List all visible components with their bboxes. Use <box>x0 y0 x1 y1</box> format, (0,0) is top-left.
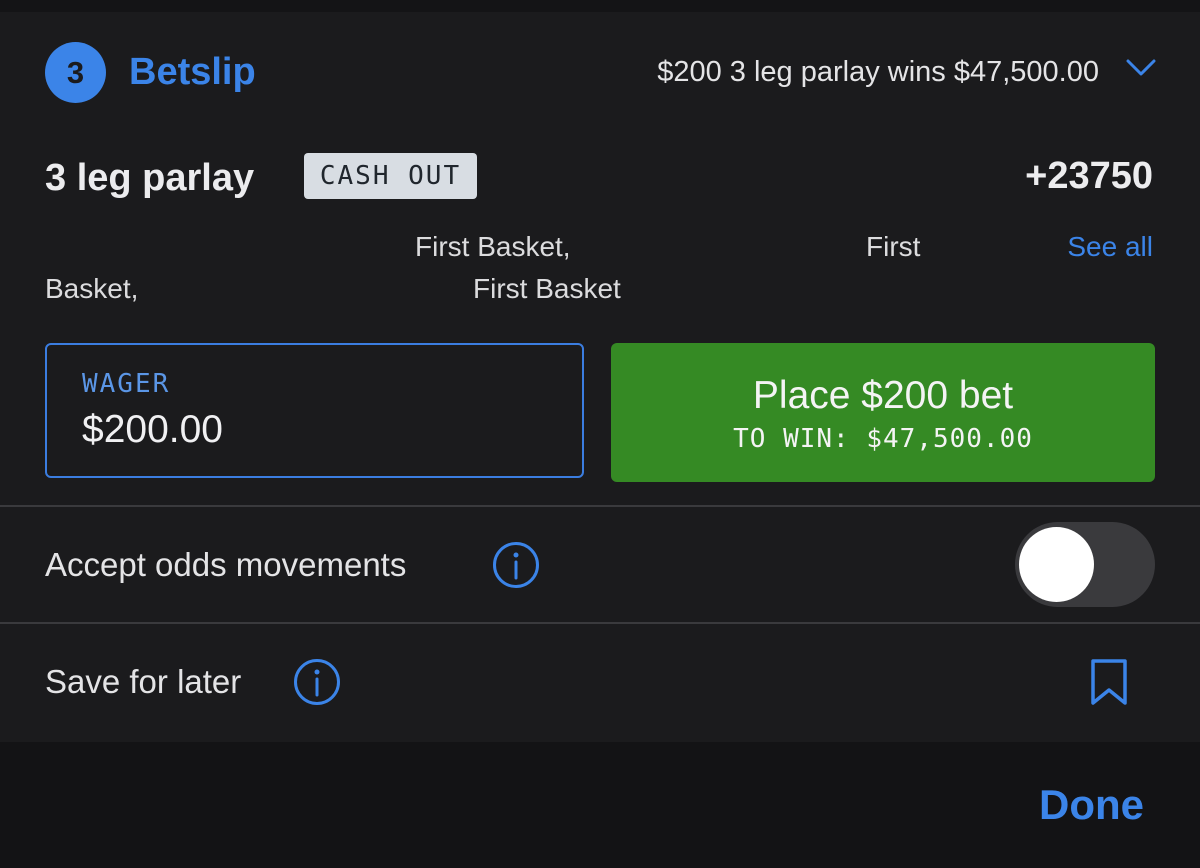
see-all-link[interactable]: See all <box>1067 230 1153 264</box>
leg-text: First Basket <box>473 273 621 304</box>
toggle-knob <box>1019 527 1094 602</box>
accept-odds-toggle[interactable] <box>1015 522 1155 607</box>
footer-bar: Done <box>0 742 1200 868</box>
cash-out-badge: CASH OUT <box>304 153 477 199</box>
done-button[interactable]: Done <box>1039 780 1144 830</box>
betslip-header[interactable]: 3 Betslip $200 3 leg parlay wins $47,500… <box>0 12 1200 132</box>
wager-value[interactable]: $200.00 <box>82 407 223 453</box>
place-bet-label: Place $200 bet <box>752 374 1014 417</box>
top-band <box>0 0 1200 12</box>
to-win-label: TO WIN: $47,500.00 <box>733 424 1033 454</box>
leg-text: First <box>866 231 921 262</box>
parlay-odds: +23750 <box>1025 155 1153 197</box>
chevron-down-icon[interactable] <box>1125 58 1157 78</box>
bookmark-icon[interactable] <box>1090 658 1128 706</box>
info-icon[interactable] <box>492 541 540 589</box>
parlay-label: 3 leg parlay <box>45 157 255 199</box>
parlay-row: 3 leg parlay CASH OUT +23750 <box>0 145 1200 209</box>
accept-odds-label: Accept odds movements <box>45 546 407 583</box>
leg-text: Basket, <box>45 273 139 304</box>
info-icon[interactable] <box>293 658 341 706</box>
leg-text: First Basket, <box>415 231 571 262</box>
wager-label: WAGER <box>82 369 171 399</box>
selection-count-badge: 3 <box>45 42 106 103</box>
bet-summary: $200 3 leg parlay wins $47,500.00 <box>657 56 1099 88</box>
save-for-later-label: Save for later <box>45 663 242 700</box>
place-bet-button[interactable]: Place $200 bet TO WIN: $47,500.00 <box>611 343 1155 482</box>
wager-input[interactable]: WAGER $200.00 <box>45 343 584 478</box>
divider <box>0 505 1200 507</box>
parlay-legs: First Basket, First Basket, First Basket… <box>0 225 1200 315</box>
divider <box>0 622 1200 624</box>
betslip-title: Betslip <box>129 51 256 93</box>
